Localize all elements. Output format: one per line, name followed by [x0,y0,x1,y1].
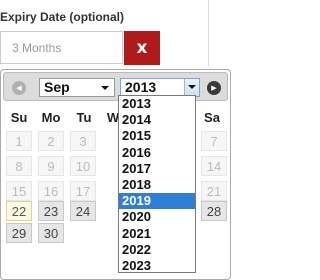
year-option[interactable]: 2022 [119,242,195,258]
year-select-value: 2013 [125,79,157,95]
expiry-date-input[interactable]: 3 Months [0,31,123,64]
divider [208,0,209,66]
month-select-value: Sep [44,79,70,95]
day-cell[interactable]: 17 [70,181,96,201]
prev-month-icon[interactable]: ◀ [12,81,26,95]
day-cell[interactable]: 24 [70,201,96,221]
year-option[interactable]: 2013 [119,96,195,112]
day-cell[interactable]: 1 [6,131,32,151]
year-option[interactable]: 2016 [119,145,195,161]
day-cell[interactable]: 29 [6,223,32,243]
clear-date-button[interactable]: x [124,31,160,65]
year-option[interactable]: 2017 [119,161,195,177]
expiry-date-label: Expiry Date (optional) [0,10,125,24]
day-cell[interactable]: 28 [201,201,227,221]
year-option[interactable]: 2020 [119,209,195,225]
year-option[interactable]: 2023 [119,258,195,274]
datepicker: ◀ Sep 2013 ▶ Su Mo Tu W Sa 1 8 15 22 29 … [0,69,231,280]
day-cell[interactable]: 14 [201,156,227,176]
day-cell[interactable]: 23 [38,201,64,221]
year-option[interactable]: 2018 [119,177,195,193]
year-option-highlighted[interactable]: 2019 [119,193,195,210]
weekday-monday: Mo [41,110,61,125]
day-cell[interactable]: 16 [38,181,64,201]
chevron-down-icon [188,85,196,89]
day-cell[interactable]: 15 [6,181,32,201]
day-cell[interactable]: 8 [6,156,32,176]
chevron-down-icon [101,86,109,90]
next-month-icon[interactable]: ▶ [207,81,221,95]
day-cell[interactable]: 30 [38,223,64,243]
day-cell-today[interactable]: 22 [6,201,32,221]
year-option[interactable]: 2015 [119,128,195,144]
weekday-tuesday: Tu [76,110,92,125]
day-cell[interactable]: 10 [70,156,96,176]
year-option[interactable]: 2014 [119,112,195,128]
year-option[interactable]: 2021 [119,226,195,242]
year-dropdown-button[interactable] [184,79,199,96]
year-dropdown-list: 2013 2014 2015 2016 2017 2018 2019 2020 … [118,95,196,273]
weekday-sunday: Su [10,110,28,125]
day-cell[interactable]: 9 [38,156,64,176]
weekday-saturday: Sa [204,110,220,125]
day-cell[interactable]: 3 [70,131,96,151]
month-select[interactable]: Sep [39,78,115,97]
day-cell[interactable]: 2 [38,131,64,151]
day-cell[interactable]: 7 [201,131,227,151]
day-cell[interactable]: 21 [201,181,227,201]
